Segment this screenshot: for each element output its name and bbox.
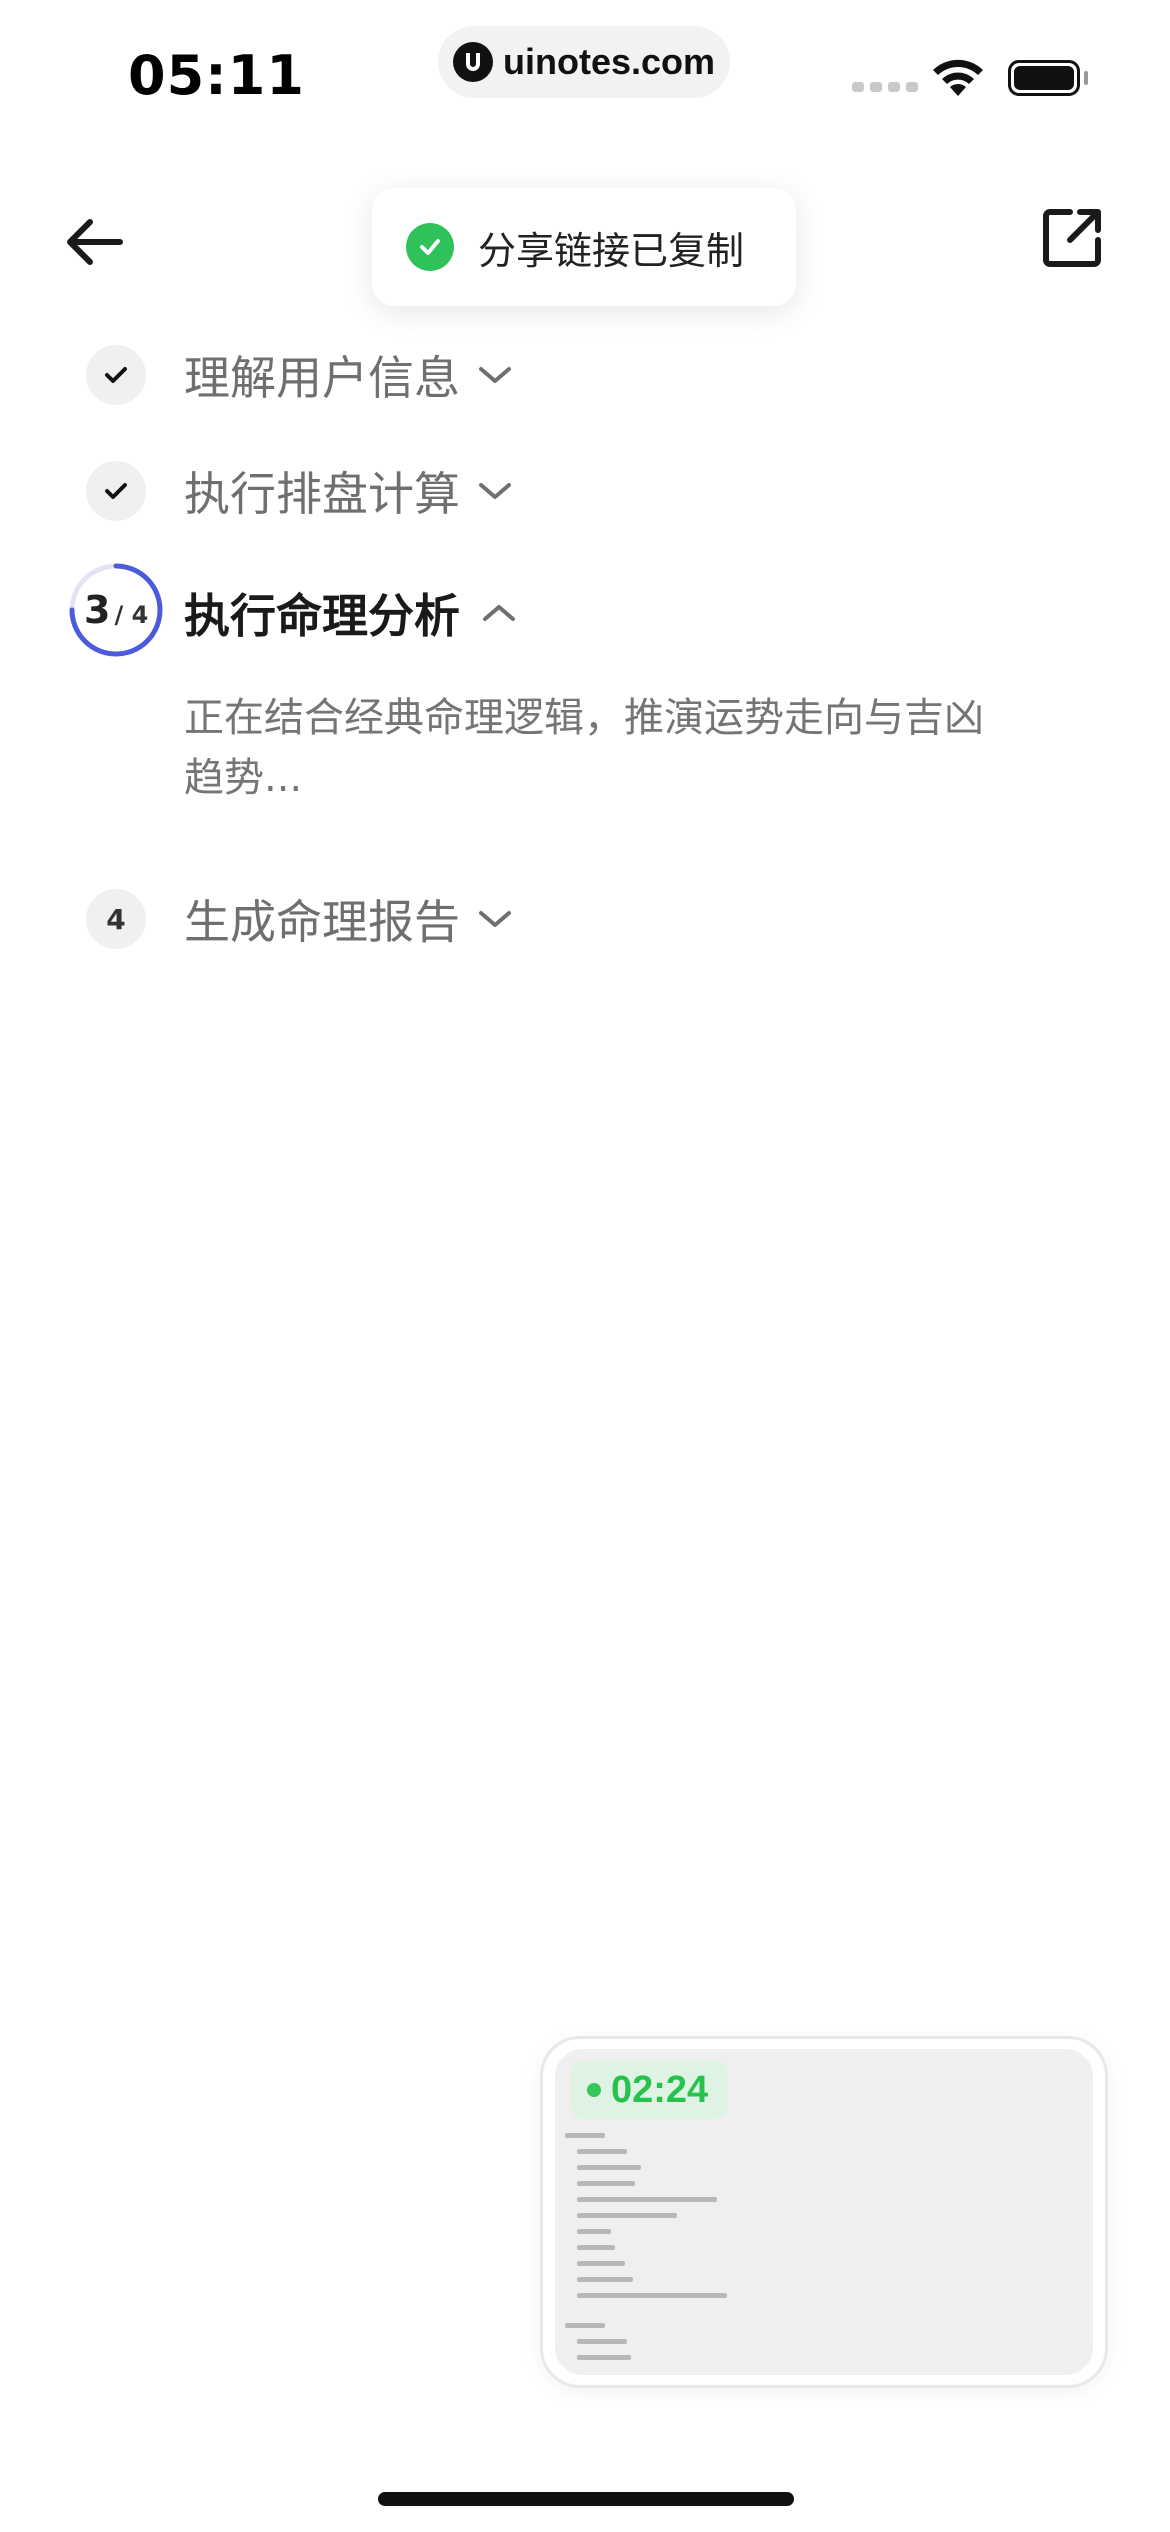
check-icon [86, 461, 146, 521]
chevron-up-icon [483, 605, 515, 621]
share-button[interactable] [1040, 206, 1104, 270]
battery-icon [1008, 60, 1080, 96]
step-number-badge: 4 [86, 889, 146, 949]
home-indicator[interactable] [378, 2492, 794, 2506]
battery-cap [1084, 71, 1088, 85]
step-label: 执行命理分析 [184, 589, 460, 643]
step-description: 正在结合经典命理逻辑，推演运势走向与吉凶趋势... [184, 695, 984, 801]
step-progress-text: 3 / 4 [84, 588, 148, 632]
step-number: 4 [106, 902, 126, 936]
check-circle-icon [406, 223, 454, 271]
step-item-chart-calculation[interactable]: 执行排盘计算 [86, 458, 512, 524]
preview-thumbnail[interactable]: 02:24 [555, 2049, 1093, 2375]
check-icon [86, 345, 146, 405]
toast-text: 分享链接已复制 [478, 228, 745, 273]
cellular-signal-icon [852, 82, 918, 92]
toast-notification: 分享链接已复制 [372, 188, 796, 306]
chevron-down-icon [479, 911, 511, 927]
arrow-left-icon [67, 219, 123, 265]
url-text: uinotes.com [502, 41, 716, 82]
recording-dot-icon [587, 2083, 601, 2097]
step-item-generate-report[interactable]: 4 生成命理报告 [86, 886, 512, 952]
step-item-destiny-analysis[interactable]: 执行命理分析 [184, 580, 516, 646]
step-label: 理解用户信息 [184, 351, 460, 405]
progress-current: 3 [84, 588, 111, 632]
chevron-down-icon [479, 483, 511, 499]
back-button[interactable] [62, 210, 126, 274]
share-external-icon [1043, 209, 1101, 267]
chevron-down-icon [479, 367, 511, 383]
step-item-understand-info[interactable]: 理解用户信息 [86, 342, 512, 408]
step-label: 生成命理报告 [184, 895, 460, 949]
url-pill[interactable]: uinotes.com [438, 26, 730, 98]
timer-text: 02:24 [611, 2068, 709, 2111]
progress-total: / 4 [114, 601, 149, 629]
site-logo-icon [452, 42, 493, 82]
timer-badge: 02:24 [571, 2061, 729, 2119]
step-label: 执行排盘计算 [184, 467, 460, 521]
wifi-icon [930, 54, 986, 102]
status-time: 05:11 [128, 44, 305, 107]
floating-preview-card[interactable]: 02:24 [540, 2036, 1108, 2388]
